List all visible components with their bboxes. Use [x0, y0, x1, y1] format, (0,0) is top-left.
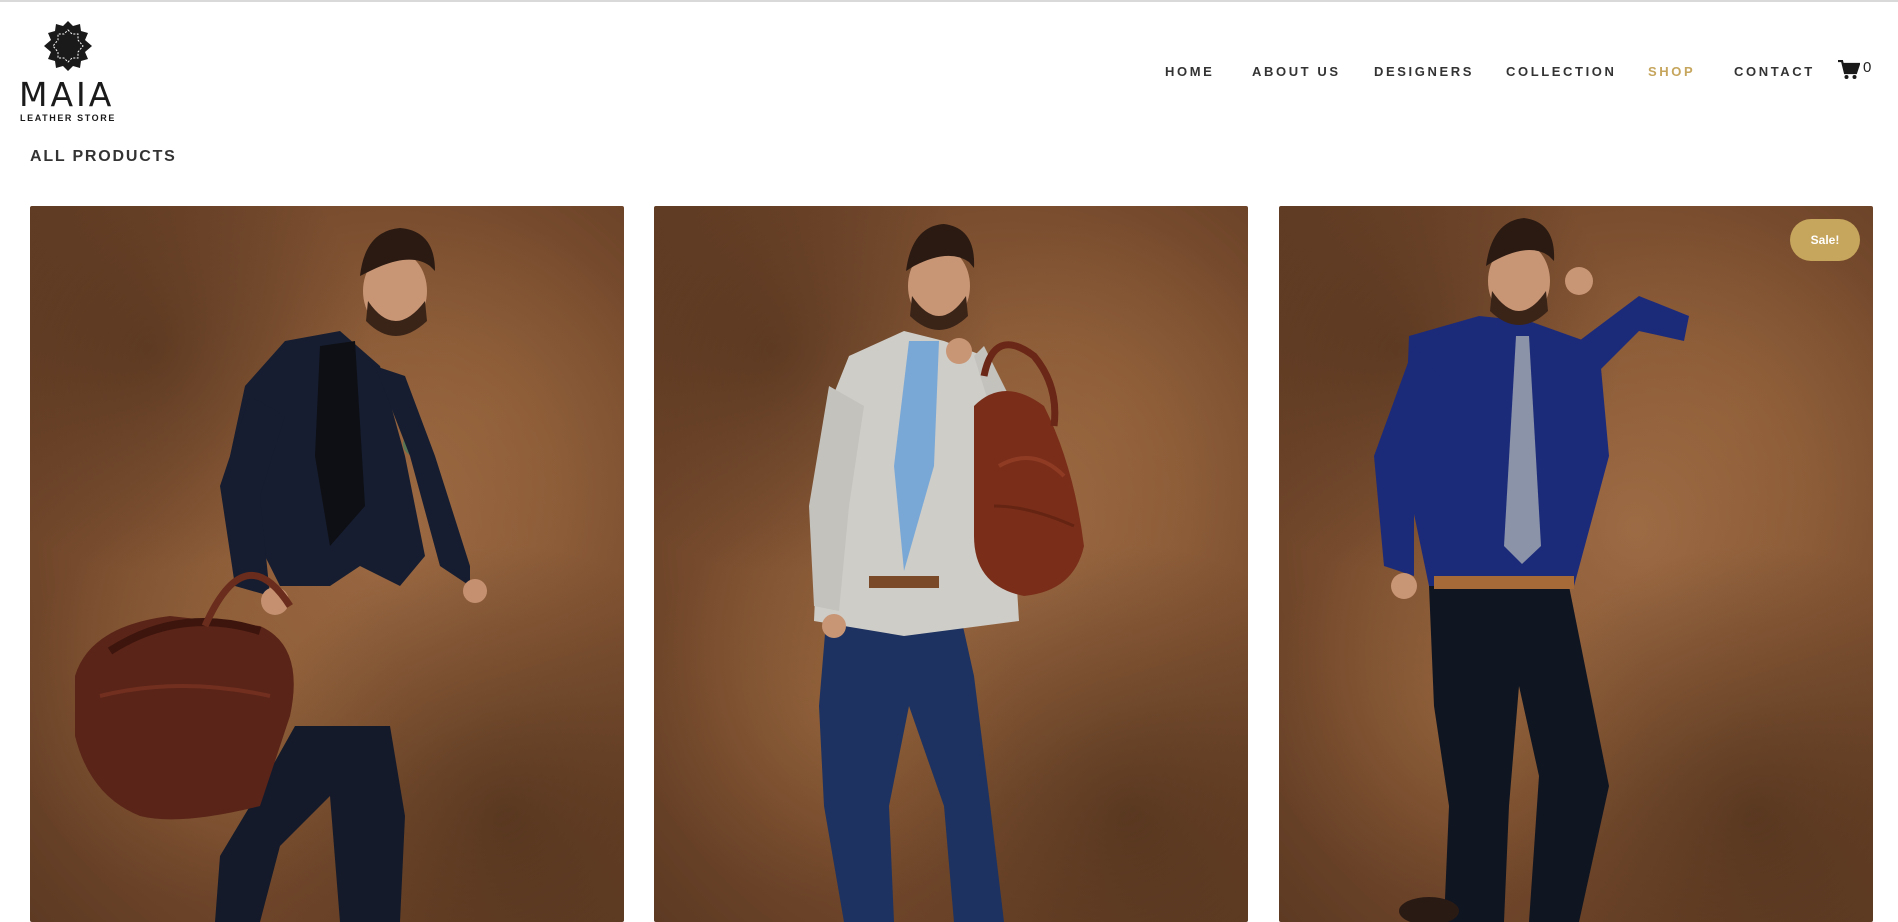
product-card[interactable]: Sale! — [1279, 206, 1873, 922]
brand-name: MAIA — [19, 75, 115, 114]
product-image — [809, 224, 1084, 922]
nav-home[interactable]: HOME — [1165, 62, 1214, 82]
cart-count: 0 — [1863, 59, 1872, 76]
section-title: ALL PRODUCTS — [30, 148, 177, 165]
leather-hide-icon — [44, 21, 92, 71]
nav-contact[interactable]: CONTACT — [1734, 62, 1815, 82]
cart-icon — [1838, 60, 1860, 79]
product-image — [1374, 218, 1689, 922]
nav-collection[interactable]: COLLECTION — [1506, 62, 1617, 82]
brand-tagline: LEATHER STORE — [20, 113, 116, 123]
nav-designers[interactable]: DESIGNERS — [1374, 62, 1474, 82]
brand-logo[interactable]: MAIA LEATHER STORE — [19, 20, 119, 125]
nav-about-us[interactable]: ABOUT US — [1252, 62, 1341, 82]
top-border — [0, 0, 1898, 2]
product-card[interactable] — [30, 206, 624, 922]
product-image — [75, 228, 487, 922]
product-card[interactable] — [654, 206, 1248, 922]
nav-shop[interactable]: SHOP — [1648, 62, 1695, 82]
sale-badge: Sale! — [1790, 219, 1860, 261]
